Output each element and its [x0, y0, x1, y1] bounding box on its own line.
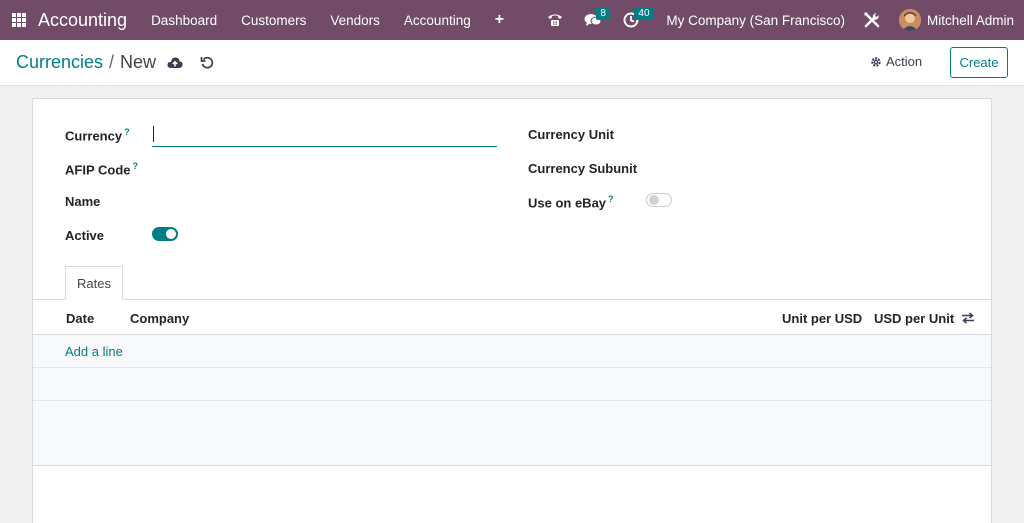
action-menu-button[interactable]: Action	[870, 54, 922, 69]
tab-rates[interactable]: Rates	[65, 266, 123, 300]
active-field-label: Active	[65, 228, 105, 243]
column-header-unit-per-usd[interactable]: Unit per USD	[782, 311, 862, 326]
column-header-company[interactable]: Company	[130, 311, 189, 326]
systray: 8 40 My Company (San Francisco) Mitchell…	[544, 0, 1024, 40]
menu-item-accounting[interactable]: Accounting	[392, 13, 483, 28]
afip-code-field-label: AFIP Code?	[65, 161, 139, 178]
user-menu[interactable]: Mitchell Admin	[927, 13, 1014, 28]
activities-count-badge: 40	[634, 7, 654, 20]
currency-unit-field-label: Currency Unit	[528, 127, 614, 142]
column-header-date[interactable]: Date	[66, 311, 94, 326]
user-avatar[interactable]	[898, 9, 921, 31]
active-toggle[interactable]	[152, 227, 178, 241]
name-field-label: Name	[65, 194, 101, 209]
messages-icon[interactable]: 8	[582, 7, 610, 31]
debug-tools-icon[interactable]	[861, 9, 883, 31]
currency-help-icon[interactable]: ?	[124, 127, 130, 137]
main-menu: Dashboard Customers Vendors Accounting +	[139, 11, 516, 29]
currency-subunit-field-label: Currency Subunit	[528, 161, 638, 176]
text-caret	[153, 126, 154, 142]
breadcrumb-separator: /	[109, 52, 115, 72]
menu-item-vendors[interactable]: Vendors	[318, 13, 392, 28]
company-switcher[interactable]: My Company (San Francisco)	[666, 13, 845, 28]
save-cloud-icon[interactable]	[162, 50, 188, 76]
activities-clock-icon[interactable]: 40	[620, 7, 654, 31]
form-sheet: Currency? AFIP Code? Name Active Currenc…	[32, 98, 992, 523]
use-on-ebay-field-label: Use on eBay?	[528, 194, 614, 211]
table-row	[33, 433, 991, 466]
rates-table-header: Date Company Unit per USD USD per Unit	[33, 300, 991, 335]
use-on-ebay-toggle[interactable]	[646, 193, 672, 207]
create-button[interactable]: Create	[950, 47, 1008, 78]
breadcrumb-currencies[interactable]: Currencies	[16, 52, 103, 73]
gear-icon	[871, 56, 881, 67]
quick-create-plus-icon[interactable]: +	[483, 11, 516, 29]
breadcrumb-current: New	[120, 52, 157, 72]
add-a-line-link[interactable]: Add a line	[65, 344, 123, 359]
afip-help-icon[interactable]: ?	[133, 161, 139, 171]
app-brand[interactable]: Accounting	[38, 10, 127, 31]
ebay-help-icon[interactable]: ?	[608, 194, 614, 204]
apps-menu-icon[interactable]	[12, 13, 26, 27]
menu-item-customers[interactable]: Customers	[229, 13, 318, 28]
table-row	[33, 401, 991, 434]
table-bottom-border	[33, 465, 991, 466]
phone-icon[interactable]	[544, 9, 566, 31]
currency-input[interactable]	[152, 123, 497, 147]
breadcrumb: Currencies / New	[16, 52, 156, 73]
top-navbar: Accounting Dashboard Customers Vendors A…	[0, 0, 1024, 40]
table-row	[33, 368, 991, 401]
control-panel: Currencies / New Action Create	[0, 40, 1024, 86]
menu-item-dashboard[interactable]: Dashboard	[139, 13, 229, 28]
column-header-usd-per-unit[interactable]: USD per Unit	[874, 311, 954, 326]
discard-undo-icon[interactable]	[194, 50, 220, 76]
optional-columns-toggle-icon[interactable]	[961, 312, 975, 327]
currency-field-label: Currency?	[65, 127, 130, 144]
action-label: Action	[886, 54, 923, 69]
messages-count-badge: 8	[596, 7, 610, 20]
table-row: Add a line	[33, 335, 991, 368]
